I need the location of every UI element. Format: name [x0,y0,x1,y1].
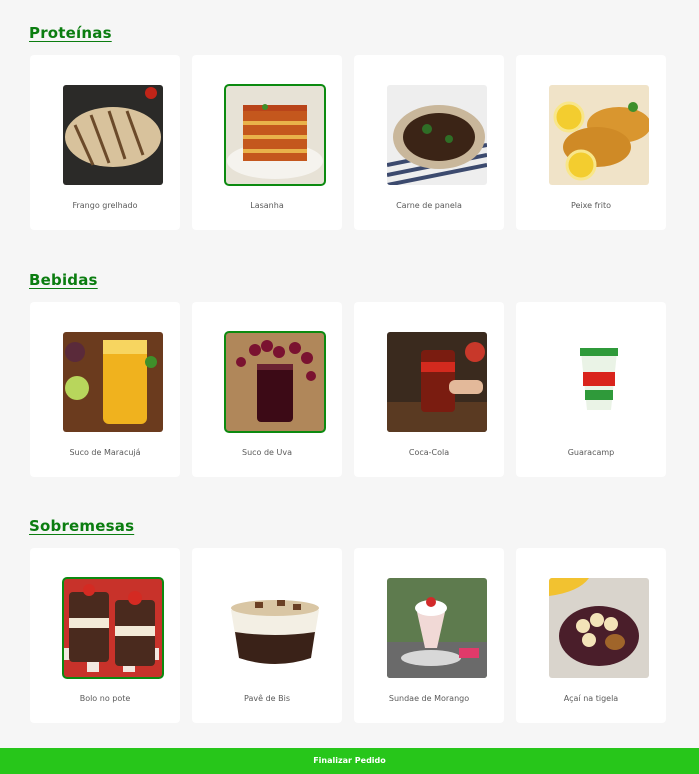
food-label: Lasanha [250,201,284,210]
dessert-label: Açaí na tigela [563,694,619,703]
food-card-peixe-frito[interactable]: Peixe frito [516,55,666,230]
pave-cup-image [225,578,325,678]
drink-card-guaracamp[interactable]: Guaracamp [516,302,666,477]
dessert-card-sundae-de-morango[interactable]: Sundae de Morango [354,548,504,723]
section-title-bebidas: Bebidas [29,271,98,289]
section-title-sobremesas: Sobremesas [29,517,135,535]
food-card-carne-de-panela[interactable]: Carne de panela [354,55,504,230]
food-label: Peixe frito [571,201,611,210]
grape-juice-image [224,331,326,433]
dessert-card-pave-de-bis[interactable]: Pavê de Bis [192,548,342,723]
fried-fish-image [549,85,649,185]
sobremesas-grid: Bolo no pote Pavê de Bis Sundae de Moran… [30,548,666,723]
dessert-label: Bolo no pote [79,694,131,703]
drink-label: Guaracamp [567,448,615,457]
drink-label: Coca-Cola [408,448,450,457]
pot-roast-image [387,85,487,185]
passion-fruit-juice-image [63,332,163,432]
dessert-card-bolo-no-pote[interactable]: Bolo no pote [30,548,180,723]
drink-label: Suco de Uva [241,448,293,457]
food-label: Carne de panela [396,201,462,210]
guaracamp-cup-image [549,332,649,432]
proteinas-grid: Frango grelhado Lasanha Carne de panela … [30,55,666,230]
dessert-label: Pavê de Bis [244,694,290,703]
cake-jar-image [62,577,164,679]
bebidas-grid: Suco de Maracujá Suco de Uva Coca-Cola G… [30,302,666,477]
food-card-lasanha[interactable]: Lasanha [192,55,342,230]
dessert-card-acai-na-tigela[interactable]: Açaí na tigela [516,548,666,723]
drink-label: Suco de Maracujá [69,448,141,457]
grilled-chicken-image [63,85,163,185]
dessert-label: Sundae de Morango [388,694,470,703]
acai-bowl-image [549,578,649,678]
coca-cola-image [387,332,487,432]
food-card-frango-grelhado[interactable]: Frango grelhado [30,55,180,230]
drink-card-suco-de-maracuja[interactable]: Suco de Maracujá [30,302,180,477]
lasagna-image [224,84,326,186]
finalizar-pedido-button[interactable]: Finalizar Pedido [0,748,699,774]
strawberry-sundae-image [387,578,487,678]
section-title-proteinas: Proteínas [29,24,112,42]
drink-card-coca-cola[interactable]: Coca-Cola [354,302,504,477]
food-label: Frango grelhado [72,201,138,210]
drink-card-suco-de-uva[interactable]: Suco de Uva [192,302,342,477]
